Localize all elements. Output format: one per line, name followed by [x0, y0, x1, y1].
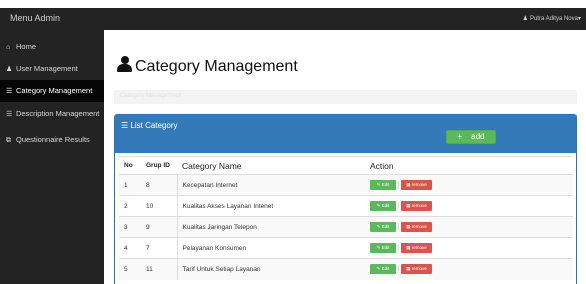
sidebar: ⌂ Home ♟ User Management ☰ Category Managem…	[0, 30, 104, 284]
table-row: 4 7 Pelayanan Konsumen ✎ Edit | ▦ remove	[119, 237, 573, 259]
sidebar-item-label: Category Management	[16, 86, 93, 95]
sidebar-item-label: Description Management	[16, 109, 100, 118]
sidebar-item-label: User Management	[16, 64, 78, 73]
breadcrumb-item[interactable]: Category Management	[120, 93, 181, 99]
remove-button-label: remove	[411, 182, 427, 187]
user-icon: ♟	[6, 66, 13, 73]
brand-title[interactable]: Menu Admin	[10, 13, 60, 23]
pencil-icon: ✎	[376, 245, 381, 250]
top-navbar: Menu Admin ♟ Putra Aditya Nova▾	[0, 8, 586, 30]
cell-grup-id: 8	[141, 174, 177, 196]
cell-action: ✎ Edit | ▦ remove	[365, 216, 573, 238]
cell-action: ✎ Edit | ▦ remove	[365, 237, 573, 259]
edit-button-label: Edit	[381, 203, 390, 208]
panel-title: ☰ List Category	[121, 121, 178, 130]
user-menu[interactable]: ♟ Putra Aditya Nova▾	[523, 15, 581, 22]
column-header-grup-id: Grup ID	[141, 156, 177, 175]
remove-button[interactable]: ▦ remove	[401, 222, 432, 232]
edit-button-label: Edit	[381, 182, 390, 187]
remove-button-label: remove	[411, 203, 427, 208]
remove-button-label: remove	[411, 224, 427, 229]
edit-button[interactable]: ✎ Edit	[370, 180, 396, 190]
cell-grup-id: 7	[141, 237, 177, 259]
trash-icon: ▦	[406, 224, 411, 229]
column-header-no: No	[119, 156, 141, 175]
category-table: No Grup ID Category Name Action 1 8 Kece…	[119, 156, 573, 280]
pencil-icon: ✎	[376, 182, 381, 187]
remove-button-label: remove	[411, 245, 427, 250]
sidebar-item-home[interactable]: ⌂ Home	[0, 36, 104, 58]
table-row: 2 10 Kualitas Akses Layanan Intenet ✎ Ed…	[119, 195, 573, 217]
add-button-label: add	[471, 132, 485, 141]
pencil-icon: ✎	[376, 266, 381, 272]
edit-button[interactable]: ✎ Edit	[370, 264, 396, 275]
sidebar-item-label: Questionnaire Results	[16, 135, 90, 144]
remove-button[interactable]: ▦ remove	[401, 243, 432, 253]
cell-grup-id: 9	[141, 216, 177, 238]
table-row: 1 8 Kecepatan Internet ✎ Edit | ▦ remove	[119, 174, 573, 196]
edit-button-label: Edit	[381, 245, 390, 250]
trash-icon: ▦	[406, 182, 411, 187]
table-row: 3 9 Kualitas Jaringan Telepon ✎ Edit | ▦ r…	[119, 216, 573, 238]
cell-category-name: Kualitas Akses Layanan Intenet	[176, 195, 365, 217]
trash-icon: ▦	[406, 203, 411, 208]
sidebar-item-questionnaire-results[interactable]: ⧉ Questionnaire Results	[0, 129, 104, 151]
list-icon: ☰	[121, 121, 129, 130]
pencil-icon: ✎	[376, 224, 381, 229]
remove-button[interactable]: ▦ remove	[401, 201, 432, 211]
table-header-row: No Grup ID Category Name Action	[119, 156, 573, 175]
page-title: Category Management	[117, 56, 298, 76]
panel-header: ☰ List Category + add	[115, 115, 576, 153]
cell-no: 4	[119, 237, 141, 259]
page-title-text: Category Management	[135, 58, 298, 75]
category-panel: ☰ List Category + add No Grup ID Category…	[114, 114, 577, 284]
edit-button-label: Edit	[381, 224, 390, 229]
list-icon: ☰	[6, 88, 13, 95]
cell-no: 3	[119, 216, 141, 238]
plus-icon: +	[457, 132, 463, 141]
cell-action: ✎ Edit | ▦ remove	[365, 195, 573, 217]
remove-button[interactable]: ▦ remove	[401, 264, 432, 275]
cell-category-name: Pelayanan Konsumen	[176, 237, 365, 259]
pencil-icon: ✎	[376, 203, 381, 208]
edit-button-label: Edit	[381, 266, 390, 272]
cell-no: 5	[119, 258, 141, 280]
sidebar-item-category-management[interactable]: ☰ Category Management	[0, 80, 104, 102]
cell-category-name: Kualitas Jaringan Telepon	[176, 216, 365, 238]
edit-button[interactable]: ✎ Edit	[370, 201, 396, 211]
cell-category-name: Tarif Untuk Setiap Layanan	[176, 258, 365, 280]
cell-no: 2	[119, 195, 141, 217]
sidebar-item-description-management[interactable]: ☰ Description Management	[0, 103, 104, 125]
remove-button-label: remove	[411, 266, 427, 272]
column-header-action: Action	[365, 156, 573, 175]
user-icon	[117, 56, 132, 72]
trash-icon: ▦	[406, 266, 411, 272]
column-header-category-name: Category Name	[177, 156, 365, 175]
sidebar-item-user-management[interactable]: ♟ User Management	[0, 58, 104, 80]
home-icon: ⌂	[6, 44, 11, 51]
cell-action: ✎ Edit | ▦ remove	[365, 174, 573, 196]
breadcrumb: Category Management	[114, 90, 577, 104]
sidebar-item-label: Home	[16, 42, 37, 51]
cell-grup-id: 10	[141, 195, 177, 217]
cell-action: ✎ Edit | ▦ remove	[365, 258, 573, 280]
cell-category-name: Kecepatan Internet	[176, 174, 365, 196]
trash-icon: ▦	[406, 245, 411, 250]
external-link-icon: ⧉	[6, 137, 11, 144]
add-category-button[interactable]: + add	[446, 130, 496, 144]
list-icon: ☰	[6, 111, 13, 118]
panel-title-text: List Category	[130, 121, 178, 130]
chevron-down-icon: ▾	[577, 16, 581, 22]
remove-button[interactable]: ▦ remove	[401, 180, 432, 190]
user-icon: ♟	[522, 16, 528, 22]
cell-no: 1	[119, 174, 141, 196]
cell-grup-id: 11	[141, 258, 177, 280]
user-name: Putra Aditya Nova	[529, 16, 578, 22]
edit-button[interactable]: ✎ Edit	[370, 222, 396, 232]
edit-button[interactable]: ✎ Edit	[370, 243, 396, 253]
table-row: 5 11 Tarif Untuk Setiap Layanan ✎ Edit | ▦…	[119, 258, 573, 280]
